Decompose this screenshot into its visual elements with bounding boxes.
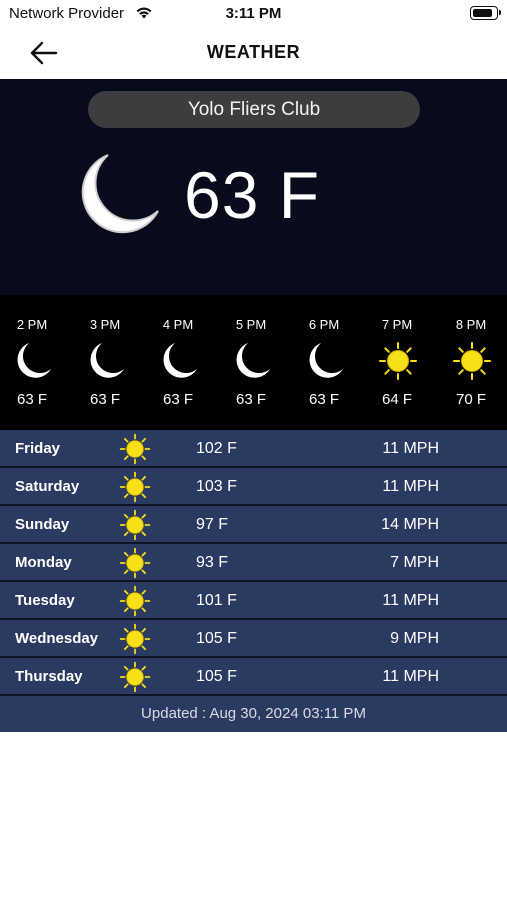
- hourly-forecast: 2 PM 63 F 3 PM 63 F 4 PM 63 F 5 PM 63 F …: [0, 295, 507, 430]
- hour-temp: 63 F: [16, 391, 47, 408]
- day-temp: 103 F: [196, 478, 237, 495]
- sun-icon: [119, 433, 151, 470]
- status-time: 3:11 PM: [225, 5, 282, 22]
- hour-time: 4 PM: [162, 317, 194, 332]
- hour-temp: 70 F: [455, 391, 486, 408]
- daily-row: Sunday 97 F 14 MPH: [0, 506, 507, 544]
- daily-row: Thursday 105 F 11 MPH: [0, 658, 507, 696]
- day-wind: 11 MPH: [382, 440, 439, 457]
- day-wind: 11 MPH: [382, 478, 439, 495]
- location-selector[interactable]: Yolo Fliers Club: [88, 91, 420, 128]
- day-name: Thursday: [15, 668, 83, 685]
- hour-time: 2 PM: [16, 317, 48, 332]
- daily-row: Monday 93 F 7 MPH: [0, 544, 507, 582]
- day-name: Friday: [15, 440, 61, 457]
- day-temp: 105 F: [196, 668, 237, 685]
- day-wind: 9 MPH: [390, 630, 439, 647]
- day-temp: 97 F: [196, 516, 229, 533]
- day-name: Monday: [15, 554, 72, 571]
- nav-bar: WEATHER: [0, 26, 507, 79]
- moon-icon: [74, 151, 162, 240]
- day-temp: 105 F: [196, 630, 237, 647]
- daily-row: Friday 102 F 11 MPH: [0, 430, 507, 468]
- hour-time: 6 PM: [308, 317, 340, 332]
- moon-icon: [159, 341, 199, 386]
- hour-time: 3 PM: [89, 317, 121, 332]
- sun-icon: [119, 585, 151, 622]
- day-temp: 93 F: [196, 554, 229, 571]
- hour-temp: 63 F: [162, 391, 193, 408]
- moon-icon: [305, 341, 345, 386]
- daily-row: Wednesday 105 F 9 MPH: [0, 620, 507, 658]
- hour-temp: 63 F: [235, 391, 266, 408]
- sun-icon: [119, 509, 151, 546]
- daily-row: Tuesday 101 F 11 MPH: [0, 582, 507, 620]
- current-conditions: Yolo Fliers Club 63 F: [0, 79, 507, 295]
- current-temperature: 63 F: [184, 158, 321, 232]
- sun-icon: [119, 661, 151, 698]
- hour-temp: 63 F: [308, 391, 339, 408]
- day-name: Sunday: [15, 516, 70, 533]
- hour-time: 7 PM: [381, 317, 413, 332]
- daily-forecast: Friday 102 F 11 MPH Saturday 103 F 11 MP…: [0, 430, 507, 732]
- day-name: Tuesday: [15, 592, 75, 609]
- sun-icon: [119, 547, 151, 584]
- sun-icon: [452, 341, 492, 386]
- day-temp: 101 F: [196, 592, 237, 609]
- day-wind: 11 MPH: [382, 668, 439, 685]
- moon-icon: [86, 341, 126, 386]
- hour-temp: 63 F: [89, 391, 120, 408]
- day-name: Saturday: [15, 478, 80, 495]
- hour-temp: 64 F: [381, 391, 412, 408]
- moon-icon: [13, 341, 53, 386]
- status-bar: Network Provider 3:11 PM: [0, 0, 507, 26]
- moon-icon: [232, 341, 272, 386]
- page-title: WEATHER: [206, 42, 301, 62]
- day-wind: 7 MPH: [390, 554, 439, 571]
- day-wind: 14 MPH: [381, 516, 439, 533]
- sun-icon: [119, 623, 151, 660]
- hour-time: 8 PM: [455, 317, 487, 332]
- sun-icon: [378, 341, 418, 386]
- sun-icon: [119, 471, 151, 508]
- day-temp: 102 F: [196, 440, 237, 457]
- day-wind: 11 MPH: [382, 592, 439, 609]
- day-name: Wednesday: [15, 630, 99, 647]
- daily-row: Saturday 103 F 11 MPH: [0, 468, 507, 506]
- battery-icon: [470, 6, 501, 20]
- hour-time: 5 PM: [235, 317, 267, 332]
- updated-timestamp: Updated : Aug 30, 2024 03:11 PM: [141, 705, 366, 722]
